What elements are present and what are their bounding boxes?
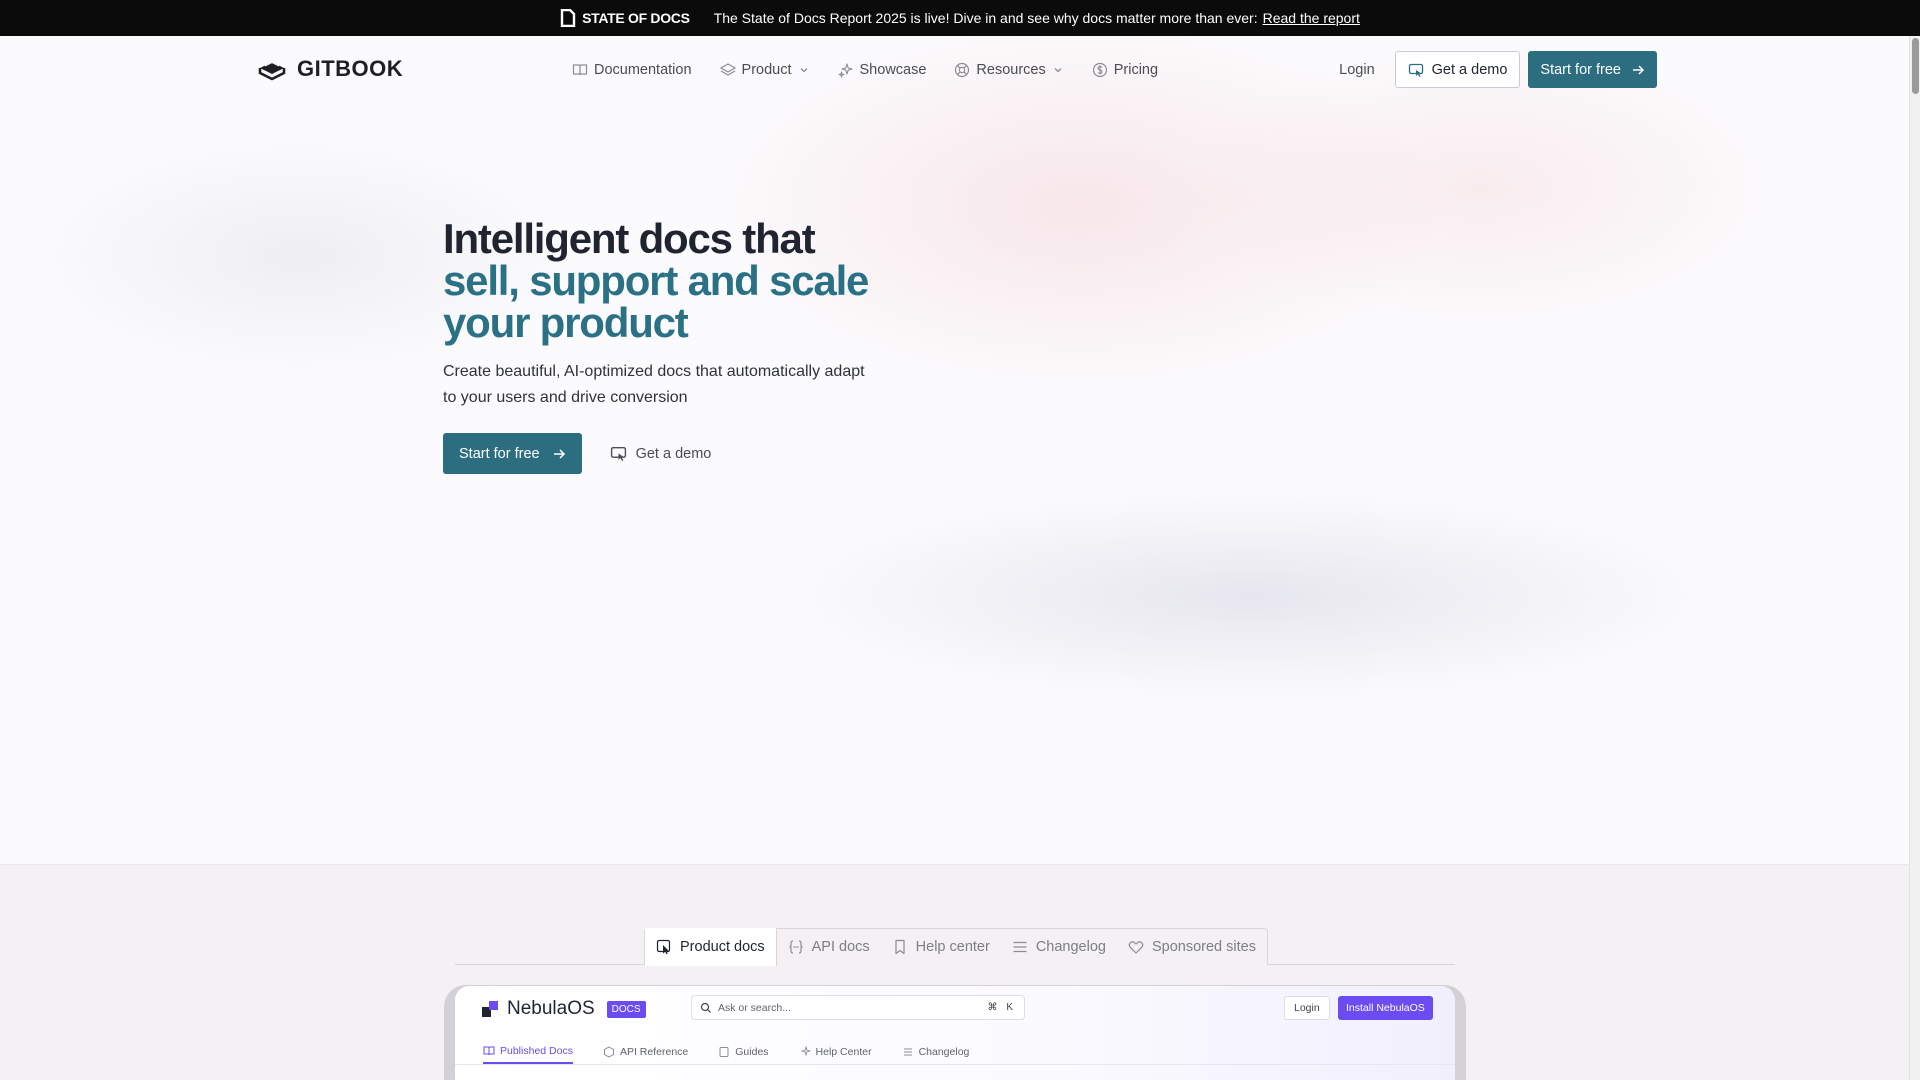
list-icon [903,1048,912,1056]
preview-search-placeholder: Ask or search... [718,1001,791,1014]
gitbook-icon [258,61,286,81]
demo-screen-icon [1408,63,1423,77]
hero-get-demo-button[interactable]: Get a demo [610,445,712,462]
main-menu: Documentation Product Showcase Resources… [572,56,1186,84]
hexagon-icon [603,1046,614,1058]
preview-tab-changelog[interactable]: Changelog [902,1040,970,1064]
tab-api-docs[interactable]: API docs [777,929,881,965]
preview-tab-label: Published Docs [500,1045,573,1057]
nav-product-label: Product [741,62,792,78]
tab-help-center[interactable]: Help center [881,929,1001,965]
preview-tab-published-docs[interactable]: Published Docs [483,1040,573,1064]
scrollbar-thumb[interactable] [1912,38,1919,94]
search-icon [700,1002,711,1013]
login-link[interactable]: Login [1339,62,1374,78]
tab-sponsored-sites[interactable]: Sponsored sites [1117,929,1267,965]
preview-install-button[interactable]: Install NebulaOS [1338,996,1433,1020]
tab-product-docs-label: Product docs [680,939,765,955]
document-icon [560,9,576,27]
preview-search-shortcut: ⌘ K [987,1002,1016,1013]
hero-get-demo-label: Get a demo [635,445,712,462]
preview-tabs: Published Docs API Reference Guides Help… [483,1040,969,1064]
preview-search-input[interactable]: Ask or search... ⌘ K [691,995,1025,1020]
brand-name: GITBOOK [297,56,404,81]
preview-tab-label: Changelog [918,1046,970,1058]
hero-title: Intelligent docs that sell, support and … [443,218,963,344]
braces-icon [789,940,803,954]
preview-tab-api-reference[interactable]: API Reference [603,1040,688,1064]
nav-documentation-label: Documentation [594,62,692,78]
preview-brand: NebulaOS [507,998,595,1019]
preview-login-button[interactable]: Login [1284,996,1330,1020]
start-free-label: Start for free [1540,61,1621,78]
heart-icon [1128,941,1144,954]
tab-changelog-label: Changelog [1035,939,1106,955]
hero-start-free-button[interactable]: Start for free [443,433,582,474]
announcement-bar: STATE OF DOCS The State of Docs Report 2… [0,0,1920,36]
lifebuoy-icon [955,62,970,78]
hero-title-line-3: your product [443,299,689,346]
bookmark-icon [895,939,905,955]
tab-sponsored-sites-label: Sponsored sites [1151,939,1256,955]
hero-actions: Start for free Get a demo [443,433,963,474]
cursor-icon [656,939,671,955]
list-icon [1013,941,1027,953]
dollar-icon [1092,62,1107,78]
nav-product[interactable]: Product [719,56,810,84]
hero-title-line-2: sell, support and scale [443,257,869,304]
arrow-right-icon [1633,64,1645,75]
nav-showcase-label: Showcase [859,62,927,78]
hero-start-free-label: Start for free [459,445,540,462]
hero-title-line-1: Intelligent docs that [443,215,816,262]
preview-tab-guides[interactable]: Guides [718,1040,769,1064]
nav-actions: Login Get a demo Start for free [1339,51,1657,88]
book-icon [572,64,588,76]
chevron-down-icon [1054,68,1062,73]
nav-pricing[interactable]: Pricing [1092,56,1158,84]
sparkle-icon [800,1046,811,1057]
top-navigation: GITBOOK Documentation Product Showcase R… [0,36,1909,102]
arrow-right-icon [553,448,565,459]
demo-screen-icon [610,446,626,461]
nav-pricing-label: Pricing [1113,62,1159,78]
preview-docs-badge: DOCS [606,1000,646,1018]
nebula-logo-icon [482,1001,498,1017]
preview-divider [455,1064,1455,1065]
preview-tab-label: Guides [735,1046,769,1058]
preview-logo: NebulaOS DOCS [481,998,646,1020]
docs-icon [483,1046,495,1056]
showcase-tabs: Product docs API docs Help center Change… [644,928,1268,966]
get-demo-label: Get a demo [1431,61,1508,78]
preview-tab-label: API Reference [619,1046,689,1058]
tab-product-docs[interactable]: Product docs [645,928,777,966]
nav-resources[interactable]: Resources [954,56,1063,84]
page-scrollbar[interactable] [1909,36,1920,1080]
state-of-docs-logo[interactable]: STATE OF DOCS [560,9,690,27]
announcement-message: The State of Docs Report 2025 is live! D… [713,10,1258,26]
nav-showcase[interactable]: Showcase [837,56,927,84]
preview-tab-label: Help Center [815,1046,872,1058]
nav-documentation[interactable]: Documentation [572,56,692,84]
gitbook-logo[interactable]: GITBOOK [257,54,403,84]
nav-resources-label: Resources [976,62,1046,78]
guide-icon [719,1047,729,1057]
docs-preview-screen: NebulaOS DOCS Ask or search... ⌘ K Login… [455,986,1455,1080]
sparkle-icon [837,63,853,78]
start-free-button[interactable]: Start for free [1528,51,1657,88]
hero-section: Intelligent docs that sell, support and … [443,218,963,474]
preview-tab-help-center[interactable]: Help Center [799,1040,872,1064]
hero-subtitle: Create beautiful, AI-optimized docs that… [443,363,865,406]
tab-help-center-label: Help center [915,939,990,955]
tab-changelog[interactable]: Changelog [1001,929,1117,965]
tab-api-docs-label: API docs [811,939,870,955]
chevron-down-icon [800,68,807,73]
get-demo-button[interactable]: Get a demo [1394,51,1521,88]
read-report-link[interactable]: Read the report [1263,10,1360,26]
layers-icon [719,63,736,76]
state-of-docs-logo-text: STATE OF DOCS [582,10,690,26]
